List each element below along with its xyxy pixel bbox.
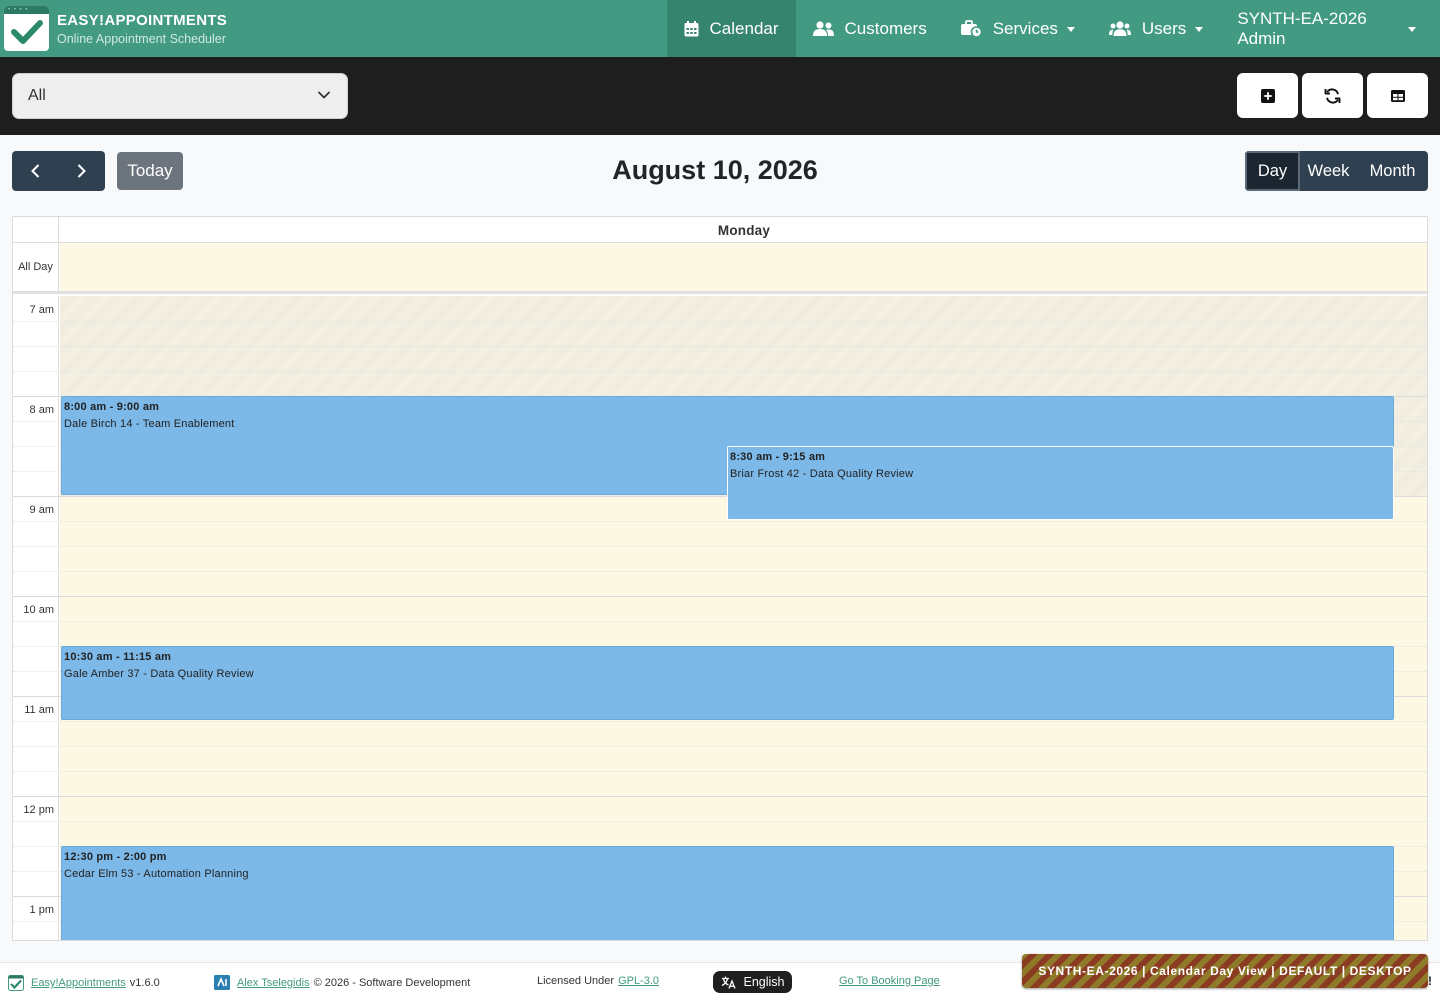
time-label: 10 am (23, 604, 54, 616)
language-button[interactable]: English (713, 971, 792, 993)
day-name: Monday (717, 223, 771, 238)
main-nav: Calendar Customers Services Users SYNTH-… (666, 0, 1440, 57)
appointment-event[interactable]: 12:30 pm - 2:00 pm Cedar Elm 53 - Automa… (61, 846, 1394, 940)
license-link[interactable]: GPL-3.0 (618, 975, 659, 987)
license-prefix: Licensed Under (537, 975, 615, 987)
date-nav-group (12, 151, 105, 191)
add-appointment-button[interactable] (1237, 73, 1298, 118)
chevron-right-icon (78, 164, 87, 178)
provider-filter-select[interactable]: All (12, 73, 348, 119)
nav-users[interactable]: Users (1092, 0, 1220, 57)
brand[interactable]: • • • • EASY!APPOINTMENTS Online Appoint… (0, 0, 667, 57)
chevron-down-icon (318, 91, 330, 99)
time-label: 8 am (29, 404, 54, 416)
app-version: v1.6.0 (129, 977, 160, 989)
calendar-toolbar: All (0, 57, 1440, 135)
event-time: 8:00 am - 9:00 am (64, 401, 160, 413)
time-gutter (13, 296, 59, 940)
all-day-label: All Day (13, 243, 59, 291)
appointment-event[interactable]: 8:30 am - 9:15 am Briar Frost 42 - Data … (727, 446, 1394, 520)
table-view-button[interactable] (1367, 73, 1428, 118)
appointment-event[interactable]: 10:30 am - 11:15 am Gale Amber 37 - Data… (61, 646, 1394, 720)
services-icon (960, 20, 982, 37)
language-icon (721, 976, 736, 989)
language-label: English (743, 975, 785, 989)
chevron-down-icon (1408, 27, 1416, 32)
footer-author-info: Alex Tselegidis © 2026 - Software Develo… (214, 975, 470, 990)
event-description: Dale Birch 14 - Team Enablement (64, 418, 235, 430)
nav-calendar-label: Calendar (709, 18, 779, 38)
nav-customers[interactable]: Customers (796, 0, 944, 57)
footer-app-info: Easy!Appointments v1.6.0 (8, 975, 160, 991)
event-time: 8:30 am - 9:15 am (730, 451, 826, 463)
app-home-link[interactable]: Easy!Appointments (31, 977, 126, 989)
author-link[interactable]: Alex Tselegidis (237, 977, 310, 989)
day-header: Monday (13, 217, 1427, 243)
next-button[interactable] (59, 151, 106, 191)
week-view-button[interactable]: Week (1300, 151, 1357, 191)
month-view-button[interactable]: Month (1357, 151, 1428, 191)
calendar-grid: Monday All Day 7 am 8 am 9 am 10 am 11 a… (12, 216, 1428, 941)
view-switcher: Day Week Month (1245, 151, 1428, 191)
nav-services-label: Services (992, 18, 1058, 38)
brand-name: EASY!APPOINTMENTS (57, 11, 228, 29)
users-icon (1108, 21, 1131, 36)
app-logo-icon (8, 975, 24, 991)
environment-badge-tail: ! (1428, 974, 1432, 988)
booking-page-link[interactable]: Go To Booking Page (839, 975, 940, 987)
chevron-left-icon (30, 164, 39, 178)
time-label: 12 pm (23, 804, 54, 816)
chevron-down-icon (1195, 27, 1204, 32)
footer-booking: Go To Booking Page (839, 975, 940, 987)
time-label: 9 am (29, 504, 54, 516)
time-label: 1 pm (29, 904, 54, 916)
event-description: Cedar Elm 53 - Automation Planning (64, 868, 249, 880)
time-grid: 7 am 8 am 9 am 10 am 11 am 12 pm 1 pm 8:… (13, 296, 1427, 940)
app-logo-icon: • • • • (4, 6, 49, 51)
sync-icon (1324, 87, 1341, 104)
nav-services[interactable]: Services (944, 0, 1092, 57)
table-icon (1390, 89, 1405, 102)
chevron-down-icon (1066, 27, 1075, 32)
day-column[interactable] (60, 296, 1427, 940)
time-label: 11 am (24, 704, 54, 716)
event-description: Gale Amber 37 - Data Quality Review (64, 668, 254, 680)
nav-users-label: Users (1141, 18, 1187, 38)
customers-icon (812, 21, 834, 36)
reload-button[interactable] (1302, 73, 1363, 118)
time-label: 7 am (29, 304, 54, 316)
nav-customers-label: Customers (844, 18, 927, 38)
author-logo-icon (214, 975, 230, 990)
calendar-date-title: August 10, 2026 (612, 155, 818, 185)
provider-filter-value: All (28, 87, 46, 104)
nav-account[interactable]: SYNTH-EA-2026 Admin (1220, 0, 1440, 57)
nav-account-label: SYNTH-EA-2026 Admin (1237, 8, 1367, 48)
environment-badge: SYNTH-EA-2026 | Calendar Day View | DEFA… (1022, 954, 1428, 988)
brand-tagline: Online Appointment Scheduler (57, 31, 226, 46)
event-time: 12:30 pm - 2:00 pm (64, 851, 167, 863)
prev-button[interactable] (12, 151, 59, 191)
copyright-text: © 2026 - Software Development (313, 976, 471, 989)
all-day-row: All Day (13, 243, 1427, 294)
plus-square-icon (1260, 88, 1275, 103)
calendar-icon (684, 20, 699, 36)
nav-calendar[interactable]: Calendar (666, 0, 796, 57)
footer-license: Licensed Under GPL-3.0 (537, 975, 659, 987)
top-navbar: • • • • EASY!APPOINTMENTS Online Appoint… (0, 0, 1440, 57)
day-view-button[interactable]: Day (1245, 151, 1300, 191)
event-description: Briar Frost 42 - Data Quality Review (730, 468, 914, 480)
all-day-slot[interactable] (60, 243, 1427, 291)
today-button[interactable]: Today (117, 152, 183, 190)
event-time: 10:30 am - 11:15 am (64, 651, 172, 663)
